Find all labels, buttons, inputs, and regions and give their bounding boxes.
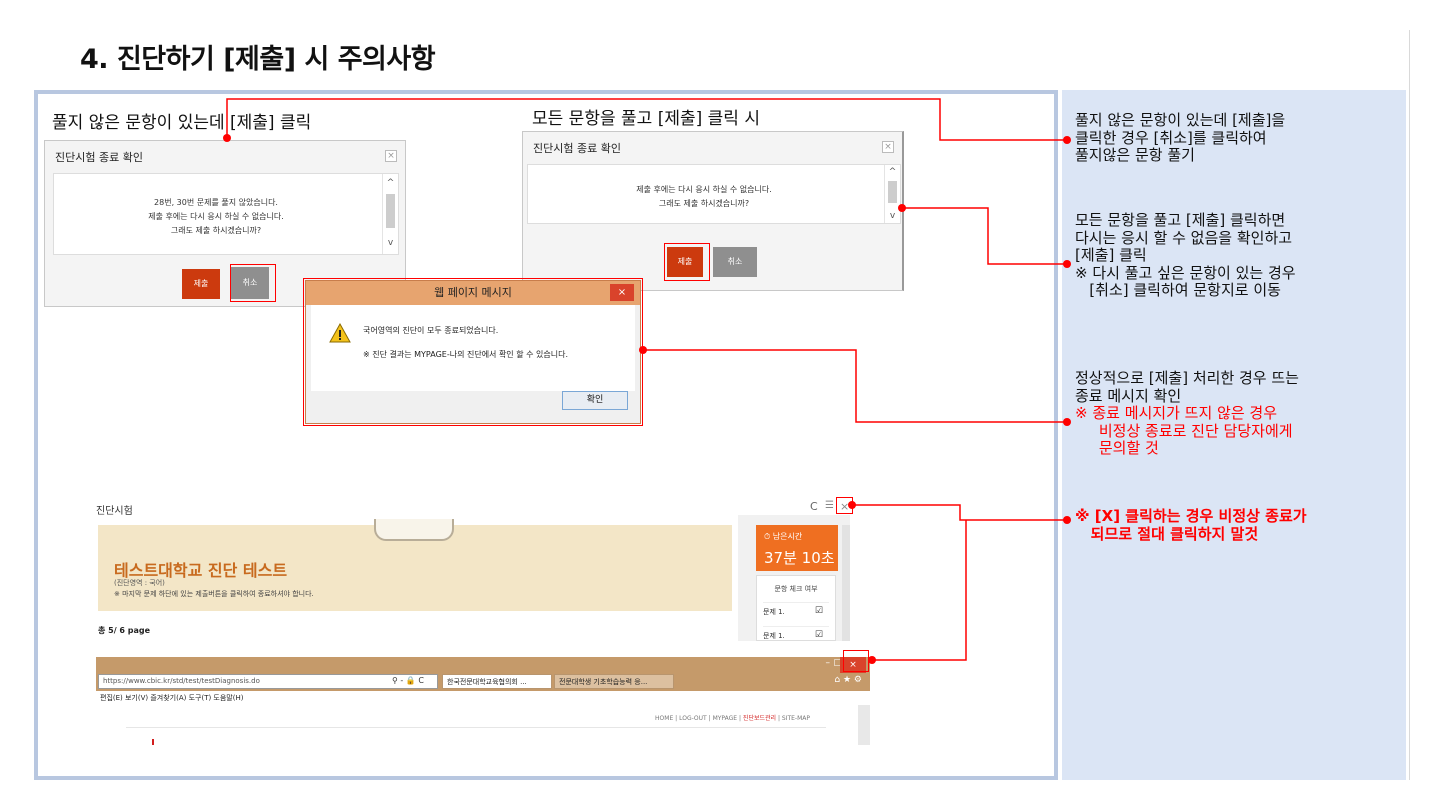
connector-dot: [1063, 516, 1071, 524]
connector-line: [226, 98, 1067, 141]
connector-dot: [898, 204, 906, 212]
note-unanswered: 풀지 않은 문항이 있는데 [제출]을 클릭한 경우 [취소]를 클릭하여 풀지…: [1075, 111, 1286, 164]
connector-line: [852, 504, 1067, 521]
note-all-answered: 모든 문항을 풀고 [제출] 클릭하면 다시는 응시 할 수 없음을 확인하고 …: [1075, 211, 1296, 299]
connector-line: [643, 349, 1067, 423]
connector-dot: [1063, 136, 1071, 144]
note-end-message: 정상적으로 [제출] 처리한 경우 뜨는 종료 메시지 확인: [1075, 369, 1299, 405]
connector-line: [872, 520, 967, 661]
connector-dot: [848, 501, 856, 509]
connector-dot: [1063, 418, 1071, 426]
connector-dot: [1063, 260, 1071, 268]
note-end-message-warning: ※ 종료 메시지가 뜨지 않은 경우 비정상 종료로 진단 담당자에게 문의할 …: [1075, 404, 1293, 457]
connector-dot: [868, 656, 876, 664]
note-close-warning: ※ [X] 클릭하는 경우 비정상 종료가 되므로 절대 클릭하지 말것: [1075, 507, 1307, 543]
connector-dot: [223, 134, 231, 142]
connector-line: [902, 207, 1067, 265]
connector-dot: [639, 346, 647, 354]
